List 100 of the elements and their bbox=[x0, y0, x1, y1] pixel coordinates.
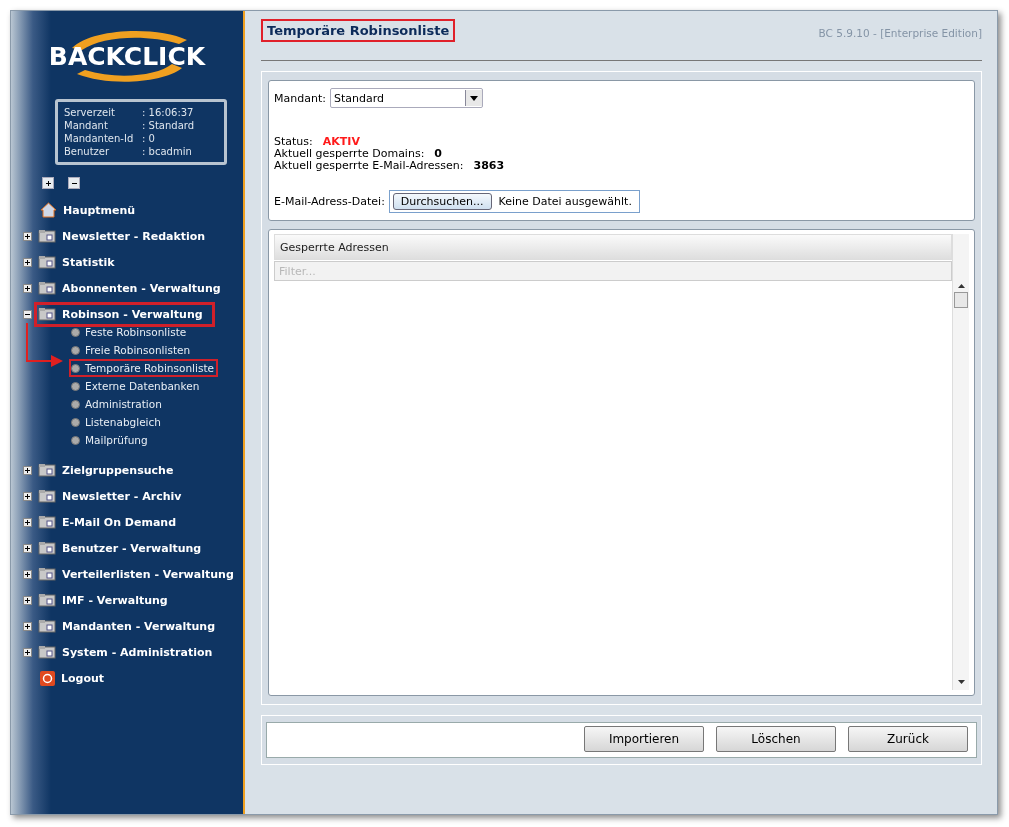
folder-icon bbox=[38, 593, 56, 607]
page-title: Temporäre Robinsonliste bbox=[261, 19, 456, 42]
logo: BACKCLICK bbox=[47, 26, 207, 86]
sidebar-item[interactable]: Zielgruppensuche bbox=[56, 461, 177, 479]
column-header[interactable]: Gesperrte Adressen bbox=[274, 234, 952, 260]
annotation-arrow bbox=[25, 323, 65, 367]
sidebar-subitem[interactable]: Temporäre Robinsonliste bbox=[69, 359, 218, 377]
plus-icon bbox=[24, 232, 31, 240]
folder-icon bbox=[38, 281, 56, 295]
file-status: Keine Datei ausgewählt. bbox=[498, 195, 632, 208]
sidebar-item[interactable]: Abonnenten - Verwaltung bbox=[56, 279, 224, 297]
plus-icon bbox=[24, 258, 31, 266]
action-button[interactable]: Importieren bbox=[584, 726, 704, 752]
plus-icon bbox=[24, 518, 31, 526]
expand-toggle[interactable] bbox=[23, 517, 32, 527]
sidebar-item[interactable]: Logout bbox=[55, 669, 108, 687]
folder-icon bbox=[38, 463, 56, 477]
field-label: Mandant: bbox=[274, 91, 326, 105]
caret-icon bbox=[469, 95, 478, 101]
info-label: Mandanten-Id bbox=[64, 132, 135, 145]
plus-icon bbox=[24, 648, 31, 656]
plus-icon bbox=[24, 570, 31, 578]
stat-value: 0 bbox=[434, 148, 442, 160]
folder-icon bbox=[38, 619, 56, 633]
scroll-down-icon[interactable] bbox=[957, 680, 965, 684]
browse-button[interactable]: Durchsuchen... bbox=[392, 193, 492, 210]
sidebar-subitem[interactable]: Mailprüfung bbox=[69, 431, 152, 449]
expand-toggle[interactable] bbox=[23, 647, 32, 657]
mandant-select[interactable]: Standard bbox=[329, 88, 483, 108]
expand-all-button[interactable] bbox=[42, 177, 54, 189]
expand-toggle[interactable] bbox=[23, 491, 32, 501]
info-label: Benutzer bbox=[64, 145, 111, 158]
expand-toggle[interactable] bbox=[23, 543, 32, 553]
folder-icon bbox=[38, 515, 56, 529]
action-button[interactable]: Zurück bbox=[848, 726, 968, 752]
sidebar-subitem[interactable]: Externe Datenbanken bbox=[69, 377, 204, 395]
bullet-icon bbox=[71, 435, 80, 445]
plus-icon bbox=[24, 492, 31, 500]
expand-toggle[interactable] bbox=[23, 569, 32, 579]
bullet-icon bbox=[71, 399, 80, 409]
folder-icon bbox=[38, 229, 56, 243]
sidebar-item[interactable]: Verteilerlisten - Verwaltung bbox=[56, 565, 237, 583]
folder-icon bbox=[38, 567, 56, 581]
house-icon bbox=[40, 202, 57, 218]
plus-icon bbox=[44, 179, 52, 187]
sidebar-item[interactable]: Hauptmenü bbox=[57, 201, 139, 219]
plus-icon bbox=[24, 466, 31, 474]
folder-icon bbox=[38, 489, 56, 503]
bullet-icon bbox=[71, 417, 80, 427]
field-label: E-Mail-Adress-Datei: bbox=[274, 195, 385, 208]
sidebar-item[interactable]: Newsletter - Archiv bbox=[56, 487, 185, 505]
info-label: Mandant bbox=[64, 119, 109, 132]
folder-icon bbox=[38, 307, 56, 321]
bullet-icon bbox=[71, 363, 80, 373]
expand-toggle[interactable] bbox=[23, 309, 32, 319]
info-label: Serverzeit bbox=[64, 106, 116, 119]
expand-toggle[interactable] bbox=[23, 257, 32, 267]
expand-toggle[interactable] bbox=[23, 621, 32, 631]
version-text: BC 5.9.10 - [Enterprise Edition] bbox=[818, 26, 982, 39]
folder-icon bbox=[38, 255, 56, 269]
scroll-thumb[interactable] bbox=[954, 292, 968, 308]
plus-icon bbox=[24, 622, 31, 630]
sidebar-item[interactable]: Newsletter - Redaktion bbox=[56, 227, 209, 245]
sidebar-item[interactable]: System - Administration bbox=[56, 643, 216, 661]
sidebar-item[interactable]: E-Mail On Demand bbox=[56, 513, 179, 531]
sidebar-item[interactable]: Robinson - Verwaltung bbox=[56, 305, 206, 323]
power-icon bbox=[40, 670, 55, 686]
sidebar-subitem[interactable]: Feste Robinsonliste bbox=[69, 323, 191, 341]
sidebar-item[interactable]: Benutzer - Verwaltung bbox=[56, 539, 205, 557]
scroll-up-icon[interactable] bbox=[957, 284, 965, 288]
stat-label: Aktuell gesperrte Domains: bbox=[274, 148, 425, 160]
folder-icon bbox=[38, 541, 56, 555]
plus-icon bbox=[24, 544, 31, 552]
sidebar-item[interactable]: Statistik bbox=[56, 253, 118, 271]
sidebar-subitem[interactable]: Listenabgleich bbox=[69, 413, 165, 431]
plus-icon bbox=[24, 596, 31, 604]
action-button[interactable]: Löschen bbox=[716, 726, 836, 752]
folder-icon bbox=[38, 645, 56, 659]
bullet-icon bbox=[71, 327, 80, 337]
expand-toggle[interactable] bbox=[23, 595, 32, 605]
info-value: : 0 bbox=[142, 132, 156, 145]
scrollbar[interactable] bbox=[952, 234, 969, 690]
info-value: : bcadmin bbox=[142, 145, 193, 158]
stat-value: 3863 bbox=[473, 160, 505, 172]
expand-toggle[interactable] bbox=[23, 465, 32, 475]
sidebar-subitem[interactable]: Administration bbox=[69, 395, 166, 413]
plus-icon bbox=[24, 284, 31, 292]
sidebar-item[interactable]: IMF - Verwaltung bbox=[56, 591, 171, 609]
collapse-all-button[interactable] bbox=[68, 177, 80, 189]
expand-toggle[interactable] bbox=[23, 283, 32, 293]
stat-value: AKTIV bbox=[322, 136, 360, 148]
filter-field[interactable]: Filter... bbox=[274, 261, 952, 281]
stat-label: Status: bbox=[274, 136, 313, 148]
bullet-icon bbox=[71, 345, 80, 355]
sidebar-subitem[interactable]: Freie Robinsonlisten bbox=[69, 341, 195, 359]
expand-toggle[interactable] bbox=[23, 231, 32, 241]
file-input[interactable]: Durchsuchen... Keine Datei ausgewählt. bbox=[388, 190, 640, 213]
stat-label: Aktuell gesperrte E-Mail-Adressen: bbox=[274, 160, 464, 172]
sidebar-item[interactable]: Mandanten - Verwaltung bbox=[56, 617, 219, 635]
bullet-icon bbox=[71, 381, 80, 391]
